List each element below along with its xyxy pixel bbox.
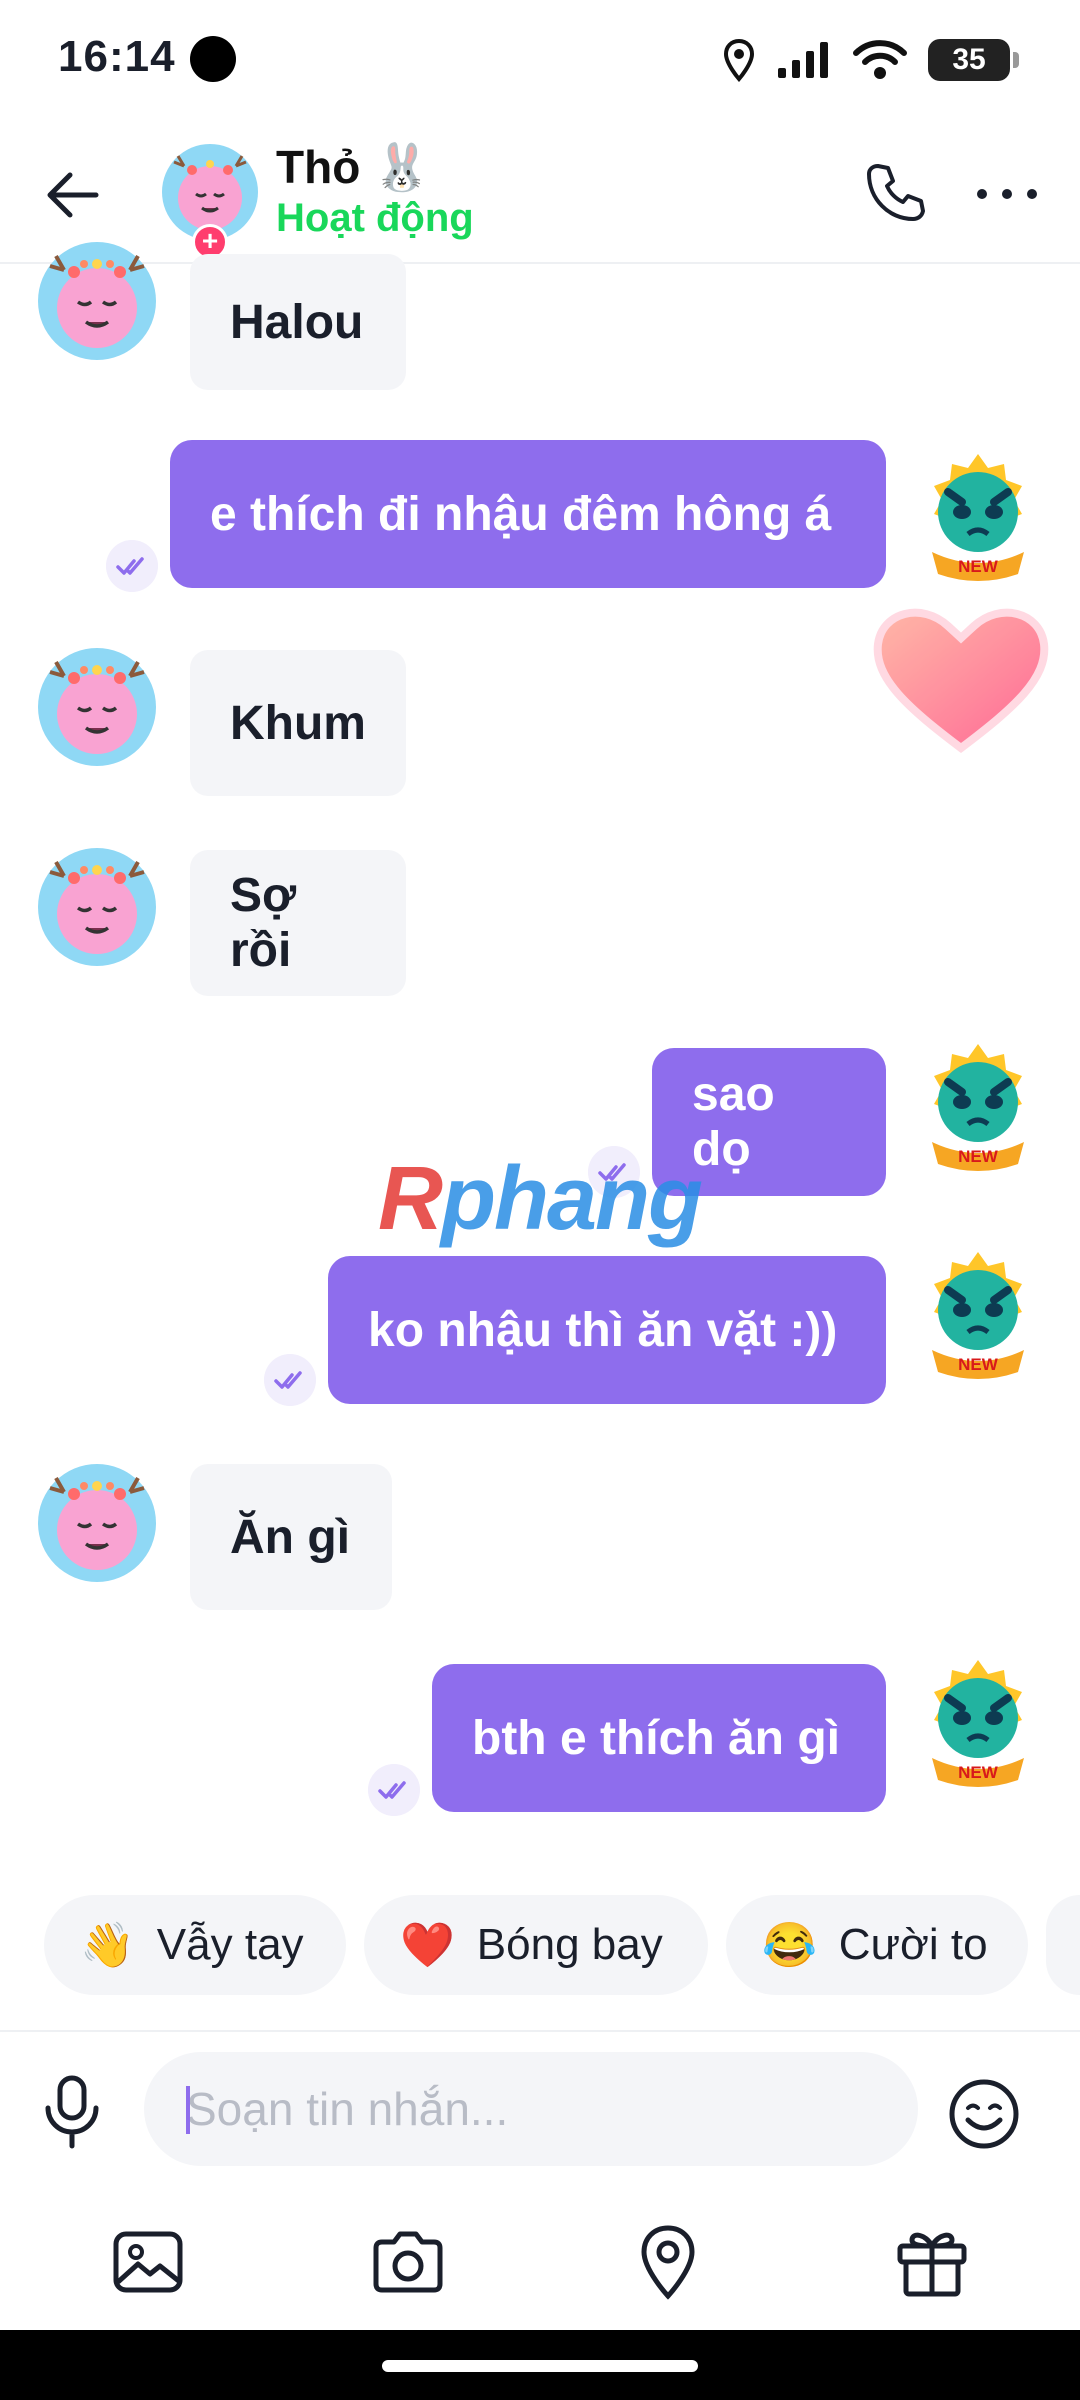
message-incoming[interactable]: Sợ rồi	[190, 850, 406, 996]
message-outgoing[interactable]: bth e thích ăn gì	[432, 1664, 886, 1812]
wave-emoji-icon: 👋	[80, 1921, 135, 1970]
message-text: Khum	[230, 696, 366, 750]
my-avatar[interactable]: NEW	[908, 448, 1048, 588]
my-avatar[interactable]: NEW	[908, 1654, 1048, 1794]
quick-reply-label: Cười to	[838, 1920, 988, 1969]
contact-avatar-small[interactable]	[38, 1464, 156, 1582]
avatar-badge: NEW	[958, 1763, 999, 1782]
message-outgoing[interactable]: e thích đi nhậu đêm hông á	[170, 440, 886, 588]
message-text: Halou	[230, 295, 364, 349]
heart-sticker	[873, 608, 1049, 754]
contact-avatar-small[interactable]	[38, 848, 156, 966]
quick-reply-more[interactable]	[1046, 1895, 1080, 1995]
quick-reply-wave[interactable]: 👋 Vẫy tay	[44, 1895, 346, 1995]
attachment-toolbar	[0, 2200, 1080, 2330]
quick-reply-bar[interactable]: 👋 Vẫy tay ❤️ Bóng bay 😂 Cười to	[0, 1895, 1080, 2005]
composer-bar	[0, 2030, 1080, 2202]
avatar-badge: NEW	[958, 557, 999, 576]
status-bar: 16:14 35	[0, 0, 1080, 118]
double-check-icon	[264, 1354, 316, 1406]
contact-avatar-small[interactable]	[38, 242, 156, 360]
more-icon[interactable]	[972, 174, 1042, 214]
message-incoming[interactable]: Khum	[190, 650, 406, 796]
message-text: sao dọ	[692, 1068, 775, 1176]
wifi-icon	[853, 40, 907, 79]
camera-icon[interactable]	[368, 2222, 448, 2302]
double-check-icon	[368, 1764, 420, 1816]
message-text: Ăn gì	[230, 1510, 350, 1564]
camera-cutout	[190, 36, 236, 82]
contact-name: Thỏ 🐰	[276, 141, 431, 193]
message-outgoing[interactable]: ko nhậu thì ăn vặt :))	[328, 1256, 886, 1404]
avatar-badge: NEW	[958, 1147, 999, 1166]
home-handle[interactable]	[382, 2360, 698, 2372]
battery-indicator: 35	[928, 39, 1019, 81]
message-text: Sợ rồi	[230, 869, 297, 977]
message-text: ko nhậu thì ăn vặt :))	[368, 1303, 838, 1357]
contact-avatar-small[interactable]	[38, 648, 156, 766]
signal-icon	[778, 42, 828, 78]
my-avatar[interactable]: NEW	[908, 1038, 1048, 1178]
message-incoming[interactable]: Ăn gì	[190, 1464, 392, 1610]
message-text: e thích đi nhậu đêm hông á	[210, 487, 832, 541]
quick-reply-label: Vẫy tay	[156, 1920, 304, 1969]
heart-emoji-icon: ❤️	[400, 1921, 455, 1970]
image-icon[interactable]	[108, 2222, 188, 2302]
quick-reply-label: Bóng bay	[476, 1920, 663, 1969]
quick-reply-laugh[interactable]: 😂 Cười to	[726, 1895, 1028, 1995]
emoji-icon[interactable]	[946, 2076, 1022, 2152]
my-avatar[interactable]: NEW	[908, 1246, 1048, 1386]
status-icons: 35	[722, 30, 1019, 90]
laugh-emoji-icon: 😂	[762, 1921, 817, 1970]
gift-icon[interactable]	[892, 2222, 972, 2302]
location-status-icon	[723, 38, 755, 82]
double-check-icon	[106, 540, 158, 592]
status-time: 16:14	[58, 32, 176, 81]
phone-icon[interactable]	[860, 158, 930, 228]
system-nav-bar	[0, 2330, 1080, 2400]
message-list[interactable]: Halou e thích đi nhậu đêm hông á NEW Khu…	[0, 242, 1080, 1864]
mic-icon[interactable]	[40, 2072, 104, 2152]
quick-reply-balloon[interactable]: ❤️ Bóng bay	[364, 1895, 708, 1995]
online-status: Hoạt động	[276, 196, 474, 240]
text-caret	[186, 2086, 190, 2134]
chat-header: + Thỏ 🐰 Hoạt động	[0, 130, 1080, 264]
avatar-badge: NEW	[958, 1355, 999, 1374]
watermark-logo: Rphang	[378, 1149, 703, 1249]
location-icon[interactable]	[628, 2222, 708, 2302]
message-text: bth e thích ăn gì	[472, 1711, 840, 1765]
message-incoming[interactable]: Halou	[190, 254, 406, 390]
back-arrow-icon[interactable]	[40, 160, 110, 230]
message-input[interactable]	[144, 2052, 918, 2166]
